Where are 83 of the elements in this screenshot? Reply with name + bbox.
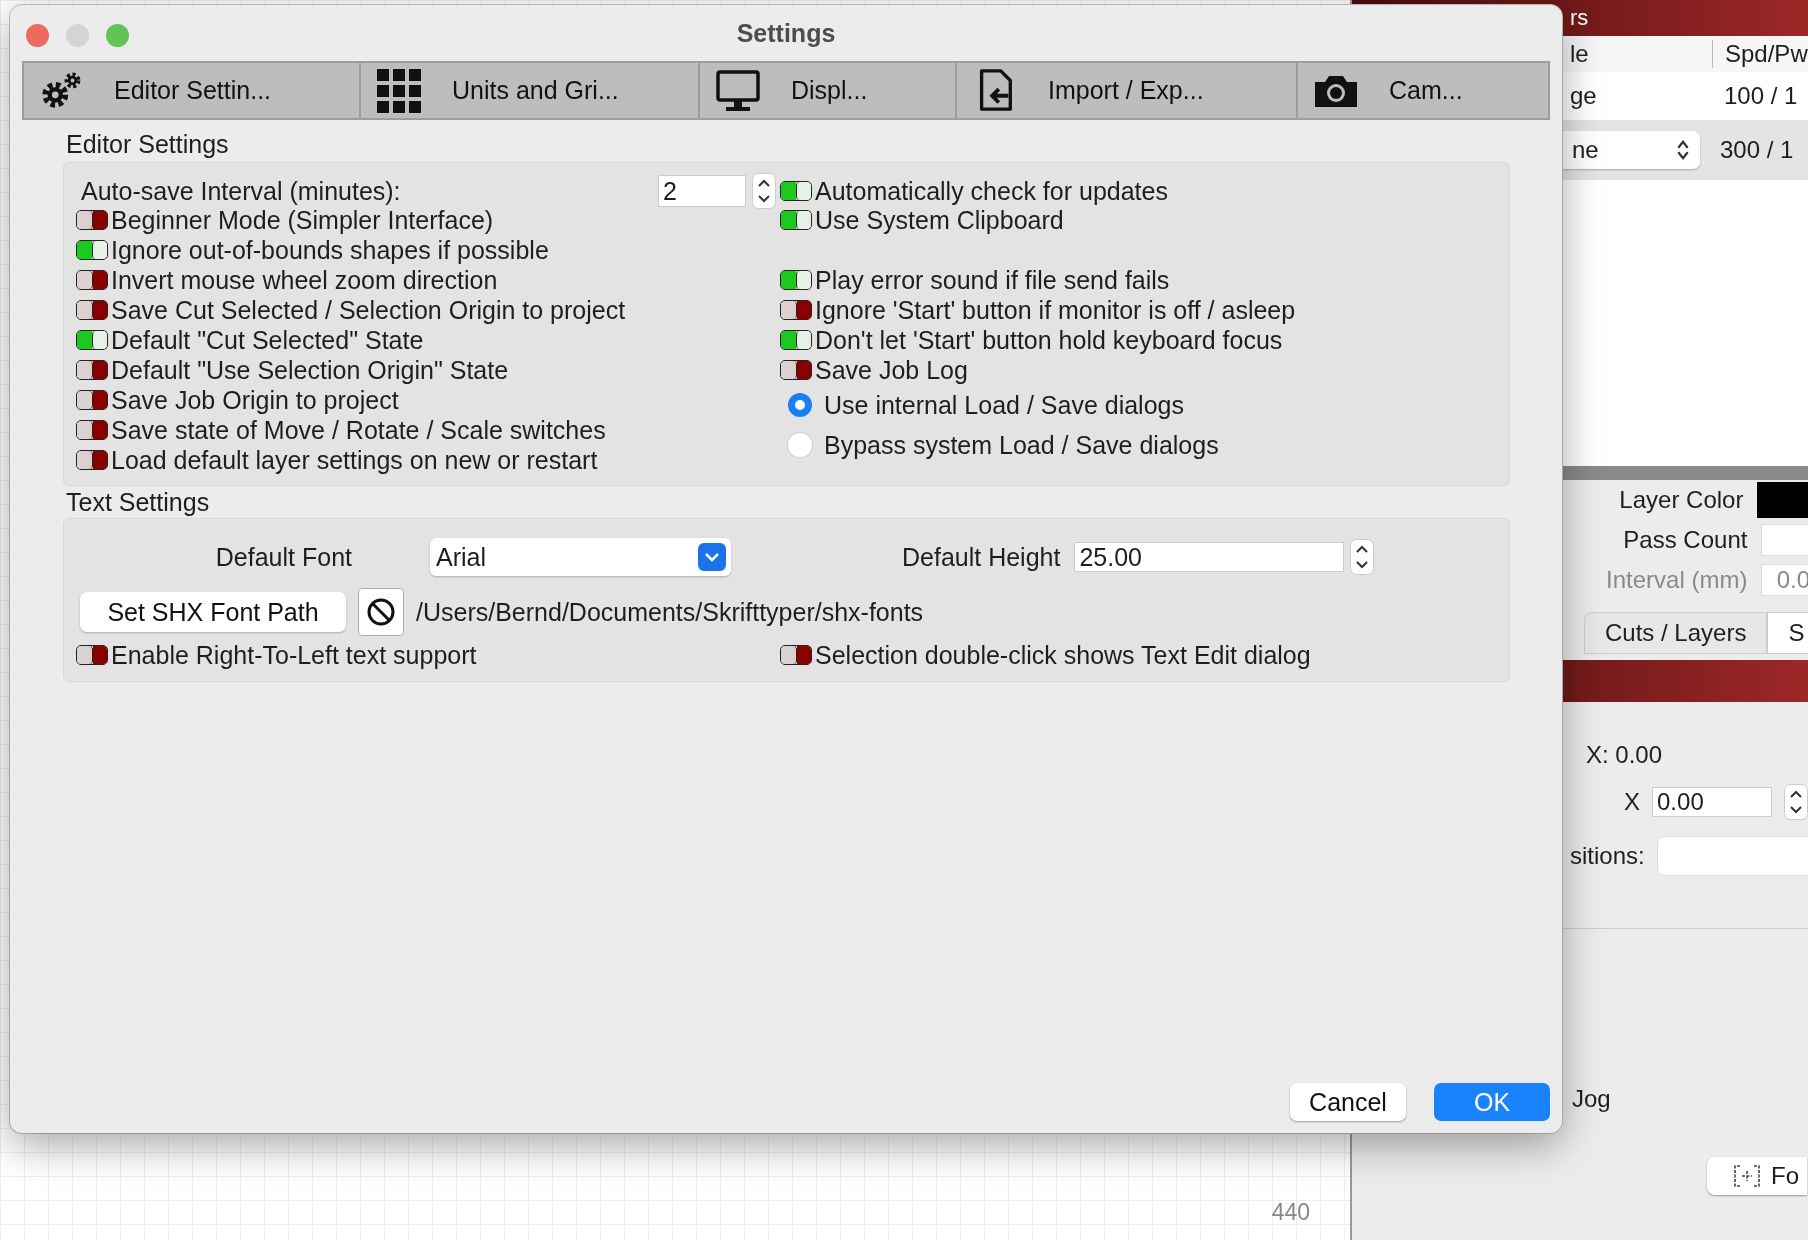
toggle-switch[interactable] — [76, 420, 108, 440]
input-field[interactable] — [1656, 836, 1808, 876]
field-label: Interval (mm) — [1606, 566, 1748, 594]
toggle-label: Load default layer settings on new or restart — [111, 445, 598, 475]
toggle-label: Play error sound if file send fails — [815, 265, 1170, 295]
toggle-label: Automatically check for updates — [815, 176, 1168, 206]
toggle-switch[interactable] — [76, 240, 108, 260]
focus-icon — [1733, 1164, 1761, 1188]
radio-label: Use internal Load / Save dialogs — [824, 390, 1184, 420]
toggle-switch[interactable] — [76, 270, 108, 290]
toggle-switch[interactable] — [76, 330, 108, 350]
toggle-switch[interactable] — [780, 330, 812, 350]
stepper-icon[interactable] — [752, 173, 776, 209]
toggle-switch[interactable] — [780, 300, 812, 320]
file-path: /Users/Bernd/Documents/Skrifttyper/shx-fonts — [416, 597, 924, 627]
ruler-number: 440 — [1271, 1199, 1310, 1226]
cancel-button[interactable]: Cancel — [1290, 1083, 1406, 1121]
input-field[interactable]: 0.00 — [1652, 787, 1772, 817]
toggle-switch[interactable] — [780, 645, 812, 665]
field-label: Default Font — [214, 542, 352, 572]
stepper-icon[interactable] — [1350, 539, 1375, 575]
field-label: Auto-save Interval (minutes): — [81, 176, 401, 206]
toggle-switch[interactable] — [76, 210, 108, 230]
toggle-label: Save state of Move / Rotate / Scale switches — [111, 415, 606, 445]
field-label: sitions: — [1570, 842, 1645, 870]
field-label: Layer Color — [1619, 486, 1744, 514]
table-cell-text: 100 / 1 — [1723, 82, 1798, 110]
toggle-label: Enable Right-To-Left text support — [111, 640, 477, 670]
position-readout: X: 0.00 — [1586, 741, 1663, 769]
section-title: Text Settings — [65, 487, 211, 516]
toggle-switch[interactable] — [76, 390, 108, 410]
toggle-label: Ignore 'Start' button if monitor is off / asleep — [815, 295, 1296, 325]
updown-icon — [1676, 138, 1690, 162]
column-header: le — [1570, 40, 1590, 68]
section-title: Editor Settings — [65, 129, 230, 160]
radio-button[interactable] — [788, 393, 812, 417]
monitor-icon — [715, 68, 761, 113]
toggle-label: Selection double-click shows Text Edit dialog — [815, 640, 1311, 670]
toggle-switch[interactable] — [780, 360, 812, 380]
stepper-icon[interactable] — [1784, 784, 1808, 820]
toggle-switch[interactable] — [76, 450, 108, 470]
toggle-label: Default "Use Selection Origin" State — [111, 355, 509, 385]
toggle-label: Use System Clipboard — [815, 205, 1064, 235]
input-field[interactable] — [1761, 524, 1808, 556]
chevron-down-icon — [698, 543, 726, 571]
panel-title: rs — [1570, 5, 1589, 31]
window-title: Settings — [736, 18, 836, 48]
field-label: Default Height — [902, 542, 1061, 572]
toggle-switch[interactable] — [780, 181, 812, 201]
toggle-switch[interactable] — [780, 270, 812, 290]
toggle-label: Ignore out-of-bounds shapes if possible — [111, 235, 549, 265]
toggle-label: Default "Cut Selected" State — [111, 325, 424, 355]
toggle-label: Save Cut Selected / Selection Origin to project — [111, 295, 626, 325]
radio-button[interactable] — [788, 433, 812, 457]
table-cell-text: ge — [1570, 82, 1598, 110]
toggle-switch[interactable] — [76, 300, 108, 320]
toggle-switch[interactable] — [76, 645, 108, 665]
number-field[interactable]: 25.00 — [1074, 542, 1345, 572]
toggle-label: Save Job Origin to project — [111, 385, 399, 415]
field-label: Pass Count — [1623, 526, 1748, 554]
toggle-label: Beginner Mode (Simpler Interface) — [111, 205, 494, 235]
toggle-switch[interactable] — [780, 210, 812, 230]
panel-tab[interactable]: S — [1767, 612, 1808, 654]
grid-icon — [376, 68, 422, 113]
toggle-label: Save Job Log — [815, 355, 968, 385]
radio-label: Bypass system Load / Save dialogs — [824, 430, 1219, 460]
font-dropdown[interactable]: Arial — [430, 538, 731, 576]
clear-path-button[interactable] — [358, 588, 404, 636]
field-label: Jog — [1572, 1085, 1611, 1113]
number-field[interactable]: 2 — [658, 175, 746, 207]
ok-button[interactable]: OK — [1434, 1083, 1550, 1121]
prohibited-icon — [366, 597, 396, 627]
close-button[interactable] — [26, 24, 49, 47]
panel-tab[interactable]: Cuts / Layers — [1584, 612, 1768, 654]
column-header: Spd/Pw — [1712, 40, 1808, 68]
table-cell-text: 300 / 1 — [1719, 136, 1794, 164]
toggle-switch[interactable] — [76, 360, 108, 380]
focus-button[interactable]: Fo — [1707, 1157, 1807, 1195]
field-label: X — [1624, 788, 1640, 816]
set-font-path-button[interactable]: Set SHX Font Path — [80, 592, 346, 632]
color-swatch[interactable] — [1757, 482, 1808, 518]
toggle-label: Don't let 'Start' button hold keyboard focus — [815, 325, 1283, 355]
toggle-label: Invert mouse wheel zoom direction — [111, 265, 498, 295]
